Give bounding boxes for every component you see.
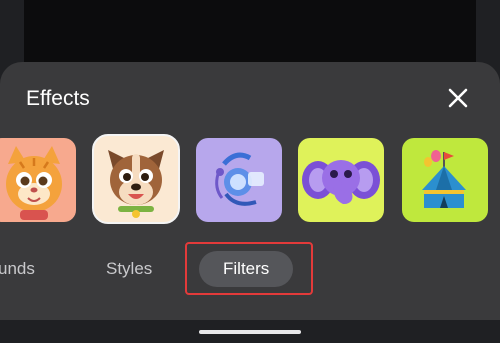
dog-face-icon [108,150,164,218]
effects-tabs: unds Styles Filters [0,242,500,292]
diver-effect[interactable] [196,138,282,222]
cat-effect[interactable] [0,138,76,222]
dog-effect[interactable] [92,134,180,224]
effects-sheet: Effects unds Styles Filters [0,62,500,320]
elephant-effect[interactable] [298,138,384,222]
home-indicator[interactable] [199,330,301,334]
diver-helmet-icon [215,152,264,206]
tab-styles[interactable]: Styles [106,251,152,287]
navigation-bar [0,320,500,343]
circus-tent-icon [422,150,466,208]
sheet-title: Effects [26,87,90,110]
close-icon [448,88,468,108]
circus-tent-effect[interactable] [402,138,488,222]
cat-face-icon [6,146,62,220]
elephant-face-icon [302,160,380,205]
close-button[interactable] [442,82,474,114]
tab-sounds[interactable]: unds [0,251,35,287]
tab-filters[interactable]: Filters [199,251,294,287]
effects-carousel[interactable] [0,134,500,230]
